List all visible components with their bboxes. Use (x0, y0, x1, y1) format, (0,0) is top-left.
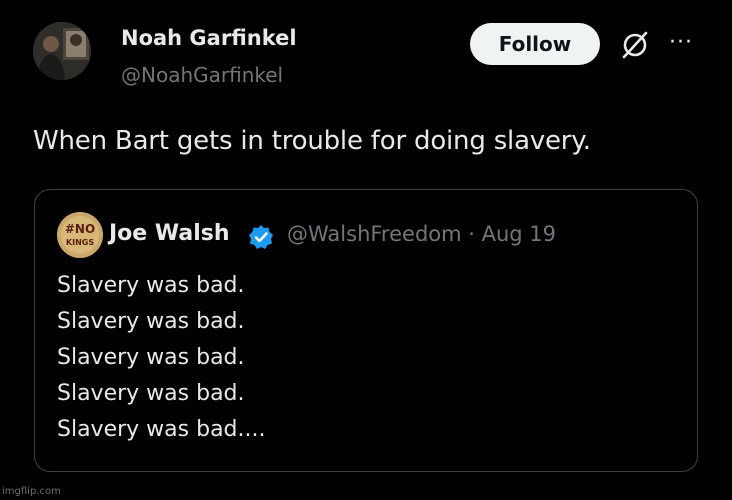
author-handle[interactable]: @NoahGarfinkel (121, 63, 283, 87)
quoted-author-avatar[interactable]: #NO KINGS (57, 212, 103, 258)
author-avatar[interactable] (33, 22, 91, 80)
quoted-line: Slavery was bad. (57, 309, 245, 334)
quoted-text: Slavery was bad. Slavery was bad. Slaver… (57, 268, 265, 448)
quoted-handle-date[interactable]: @WalshFreedom · Aug 19 (287, 222, 556, 246)
quoted-line: Slavery was bad. (57, 273, 245, 298)
quoted-line: Slavery was bad. (57, 381, 245, 406)
quoted-author-name[interactable]: Joe Walsh (109, 221, 230, 246)
tweet-text: When Bart gets in trouble for doing slav… (33, 126, 591, 156)
follow-button[interactable]: Follow (470, 23, 600, 65)
grok-icon[interactable] (618, 28, 652, 62)
author-name[interactable]: Noah Garfinkel (121, 26, 297, 50)
quoted-line: Slavery was bad.... (57, 417, 266, 442)
watermark: imgflip.com (2, 486, 61, 497)
more-icon[interactable]: ··· (666, 30, 696, 56)
quoted-line: Slavery was bad. (57, 345, 245, 370)
verified-badge-icon (248, 224, 274, 250)
quoted-tweet-card[interactable]: #NO KINGS Joe Walsh @WalshFreedom · Aug … (34, 189, 698, 472)
avatar-text-bottom: KINGS (66, 238, 94, 247)
avatar-text-top: #NO (65, 222, 95, 236)
